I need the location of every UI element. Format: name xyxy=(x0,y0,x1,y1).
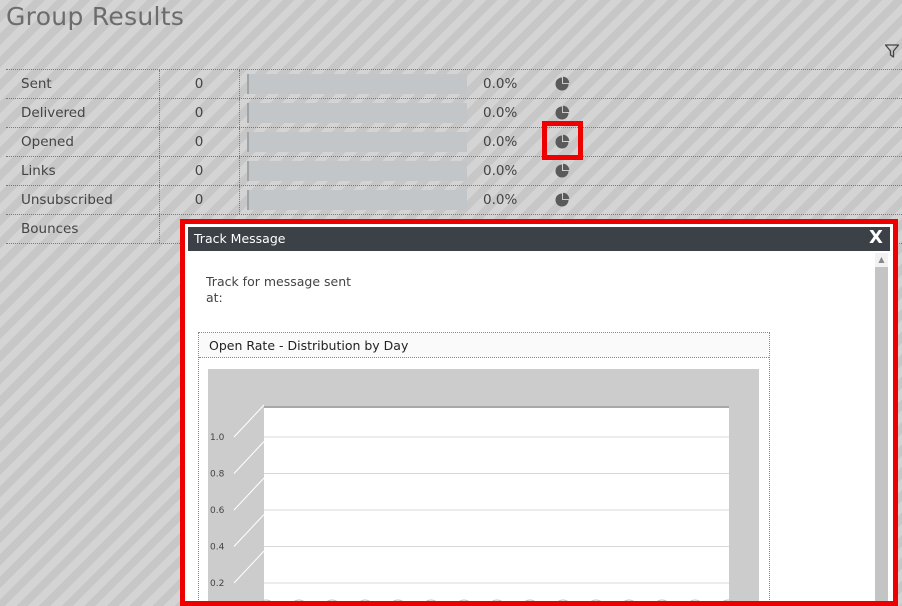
scrollbar-thumb[interactable] xyxy=(875,267,888,601)
row-percent: 0.0% xyxy=(483,163,518,179)
row-percent: 0.0% xyxy=(483,105,518,121)
y-tick-label: 1.0 xyxy=(210,433,225,443)
row-label: Bounces xyxy=(21,221,79,237)
results-table: Sent 0 0.0% Delivered 0 0.0% Opened 0 0.… xyxy=(6,69,902,244)
row-count: 0 xyxy=(194,134,204,150)
row-count: 0 xyxy=(194,163,204,179)
result-row-links: Links 0 0.0% xyxy=(6,157,902,186)
result-row-unsubscribed: Unsubscribed 0 0.0% xyxy=(6,186,902,215)
row-label: Delivered xyxy=(21,105,86,121)
y-tick-label: 0.8 xyxy=(210,470,225,480)
highlight-box xyxy=(542,121,583,160)
row-label: Unsubscribed xyxy=(21,192,113,208)
row-label: Sent xyxy=(21,76,52,92)
progress-bar xyxy=(247,74,467,94)
row-label: Links xyxy=(21,163,56,179)
chart-panel: Open Rate - Distribution by Day 1.0 0.8 0.… xyxy=(198,332,770,601)
result-row-opened: Opened 0 0.0% xyxy=(6,128,902,157)
row-percent: 0.0% xyxy=(483,76,518,92)
dialog-body: Track for message sent at: Open Rate - D… xyxy=(188,251,890,601)
dialog-title: Track Message xyxy=(194,231,286,246)
progress-bar xyxy=(247,190,467,210)
pie-chart-icon[interactable] xyxy=(554,163,570,179)
progress-bar xyxy=(247,161,467,181)
y-tick-label: 0.2 xyxy=(210,579,224,589)
chart-panel-title: Open Rate - Distribution by Day xyxy=(199,333,769,358)
filter-icon[interactable] xyxy=(884,43,900,59)
y-tick-label: 0.6 xyxy=(210,506,225,516)
progress-bar xyxy=(247,103,467,123)
plot-area xyxy=(264,407,729,601)
result-row-delivered: Delivered 0 0.0% xyxy=(6,99,902,128)
scroll-up-arrow-icon[interactable]: ▲ xyxy=(875,253,888,267)
row-percent: 0.0% xyxy=(483,134,518,150)
track-text: Track for message sent at: xyxy=(206,274,352,305)
progress-bar xyxy=(247,132,467,152)
pie-chart-icon[interactable] xyxy=(554,76,570,92)
page-title: Group Results xyxy=(6,2,185,31)
close-icon[interactable]: X xyxy=(866,228,886,248)
dialog-header: Track Message X xyxy=(188,227,890,251)
row-count: 0 xyxy=(194,192,204,208)
row-label: Opened xyxy=(21,134,74,150)
y-tick-label: 0.4 xyxy=(210,543,225,553)
row-percent: 0.0% xyxy=(483,192,518,208)
dialog-scrollbar[interactable]: ▲ xyxy=(875,253,888,601)
row-count: 0 xyxy=(194,105,204,121)
track-message-dialog: Track Message X Track for message sent a… xyxy=(180,219,898,606)
result-row-sent: Sent 0 0.0% xyxy=(6,70,902,99)
pie-chart-icon[interactable] xyxy=(554,192,570,208)
open-rate-chart: 1.0 0.8 0.6 0.4 0.2 xyxy=(208,369,759,601)
row-count: 0 xyxy=(194,76,204,92)
pie-chart-icon[interactable] xyxy=(554,105,570,121)
